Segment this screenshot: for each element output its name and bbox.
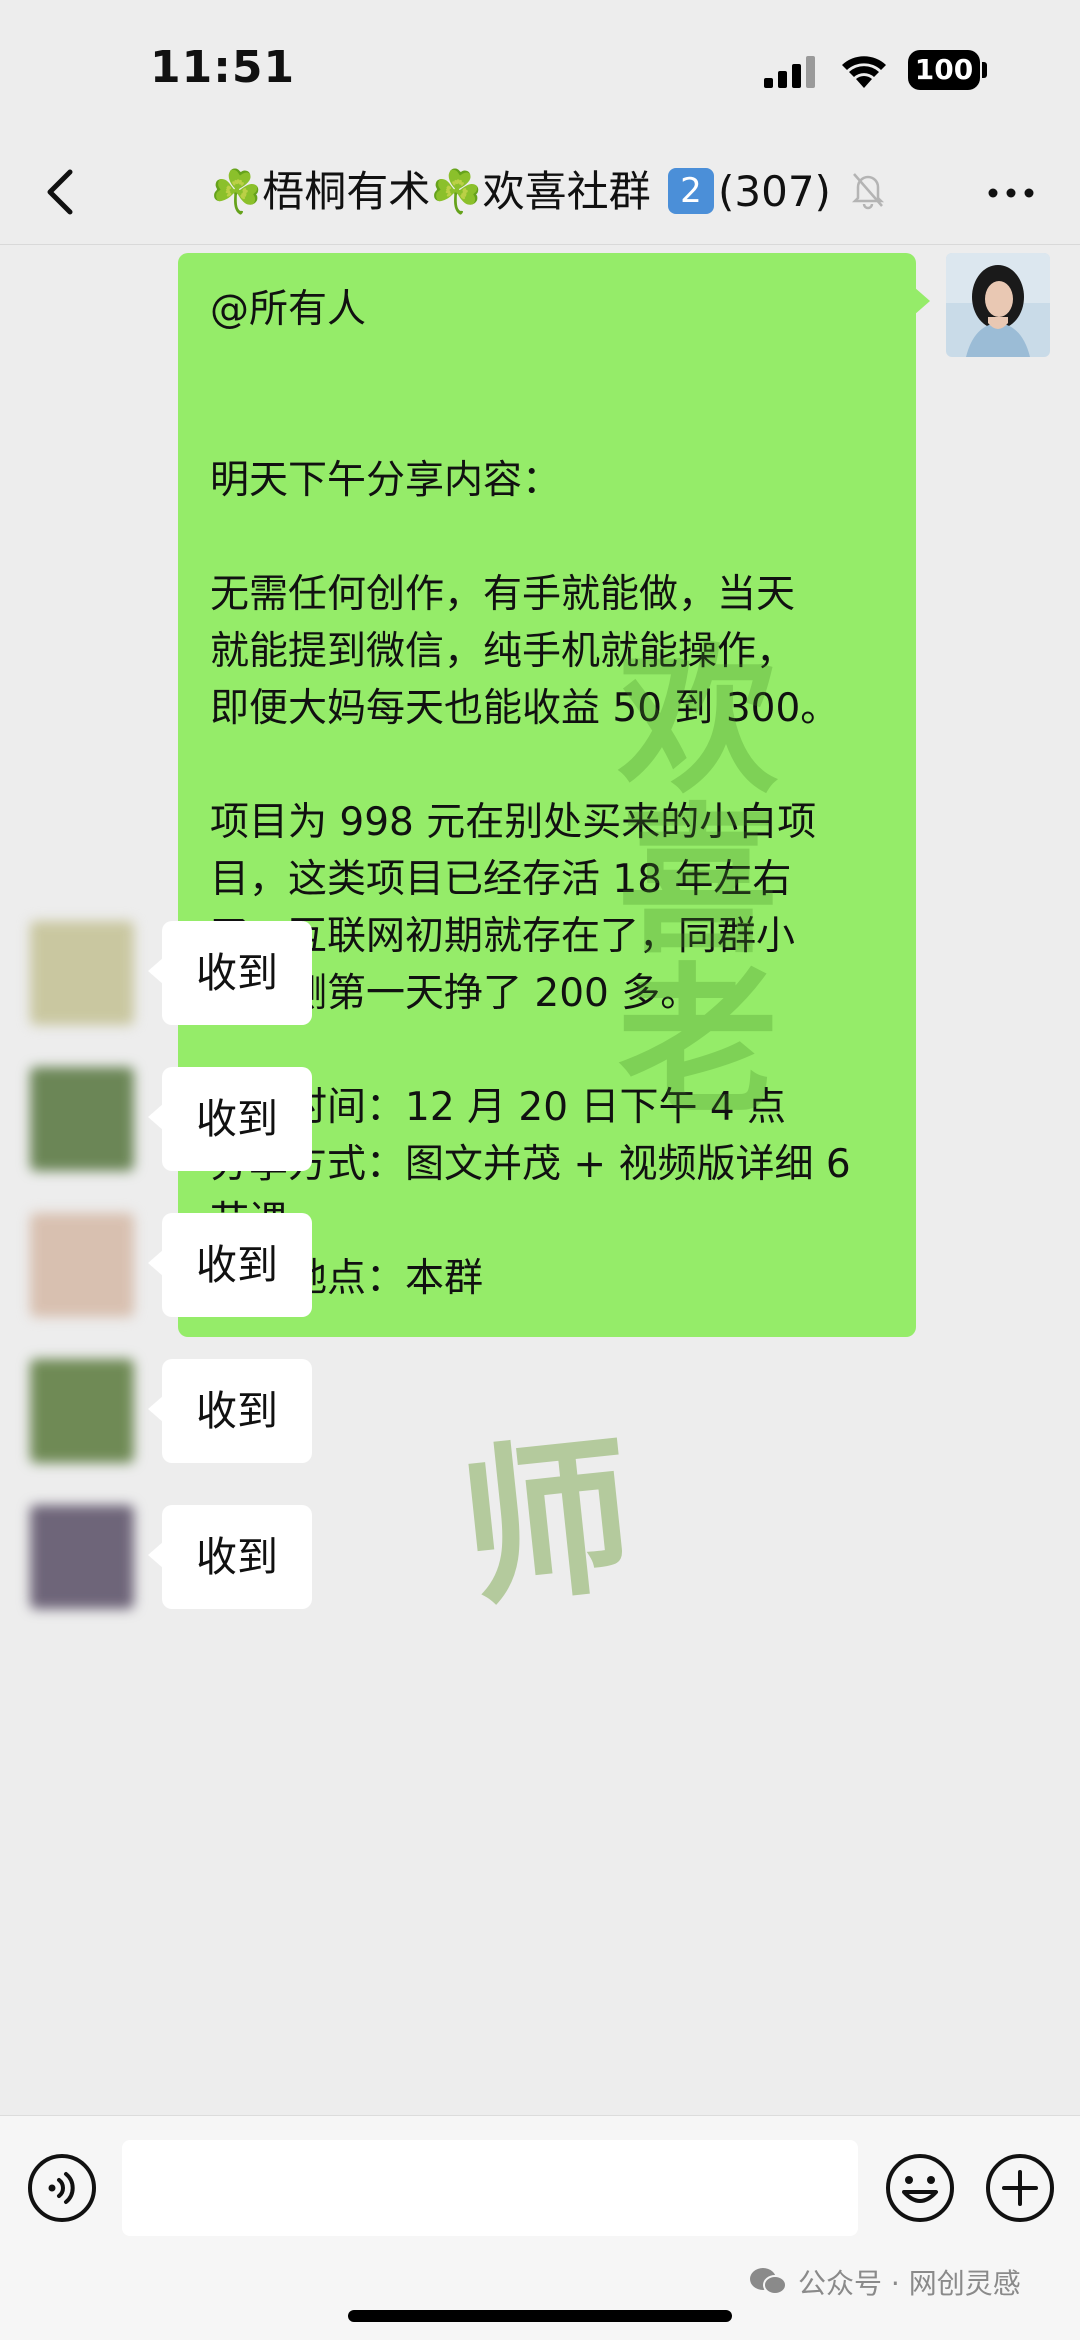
- voice-input-button[interactable]: [26, 2152, 98, 2224]
- message-row-incoming: 收到: [0, 1505, 1080, 1609]
- clover-icon: ☘️: [210, 167, 263, 216]
- status-bar: 11:51 100: [0, 0, 1080, 140]
- more-options-button[interactable]: [976, 166, 1046, 220]
- chat-header: ☘️梧桐有术☘️欢喜社群 2 (307): [0, 140, 1080, 245]
- group-number-badge: 2: [667, 168, 714, 214]
- bubble-tail: [148, 1395, 164, 1423]
- message-bubble-incoming[interactable]: 收到: [148, 1067, 312, 1171]
- watermark-glyph: 欢: [618, 627, 779, 815]
- chat-area[interactable]: 欢 喜 老 @所有人 明天下午分享内容： 无需任何创作，有手就能做，当天 就能提到微信…: [0, 245, 1080, 2115]
- emoji-button[interactable]: [884, 2152, 956, 2224]
- member-count: (307): [717, 167, 831, 216]
- message-row-incoming: 收到: [0, 1213, 1080, 1317]
- message-line: 明天下午分享内容：: [210, 458, 562, 503]
- message-line: @所有人: [210, 287, 367, 332]
- battery-cap: [982, 62, 987, 78]
- cellular-signal-icon: [764, 56, 815, 88]
- bubble-tail: [148, 1541, 164, 1569]
- clover-icon: ☘️: [430, 167, 483, 216]
- message-bubble-incoming[interactable]: 收到: [148, 1505, 312, 1609]
- message-line: 即便大妈每天也能收益 50 到 300。: [210, 686, 840, 731]
- bubble-tail: [148, 957, 164, 985]
- message-line: [210, 338, 886, 395]
- message-line: [210, 509, 886, 566]
- back-button[interactable]: [30, 160, 94, 224]
- wifi-icon: [842, 56, 886, 88]
- message-row-incoming: 收到: [0, 1067, 1080, 1171]
- bubble-tail: [148, 1249, 164, 1277]
- watermark-glyph: 喜: [618, 787, 779, 975]
- message-row-incoming: 收到: [0, 921, 1080, 1025]
- message-bubble-outgoing[interactable]: 欢 喜 老 @所有人 明天下午分享内容： 无需任何创作，有手就能做，当天 就能提到微信…: [178, 253, 930, 1337]
- bubble-tail: [914, 287, 930, 315]
- member-avatar[interactable]: [30, 1359, 134, 1463]
- member-avatar[interactable]: [30, 1505, 134, 1609]
- message-line: 无需任何创作，有手就能做，当天: [210, 572, 796, 617]
- group-title[interactable]: ☘️梧桐有术☘️欢喜社群 2 (307): [210, 162, 910, 222]
- member-avatar[interactable]: [30, 1213, 134, 1317]
- wechat-logo-icon: [750, 2268, 787, 2295]
- reply-text: 收到: [196, 1533, 278, 1581]
- input-bar: 公众号 · 网创灵感: [0, 2115, 1080, 2340]
- battery-indicator: 100: [908, 50, 980, 90]
- footer-watermark: 公众号 · 网创灵感: [798, 2267, 1021, 2300]
- message-line: 就能提到微信，纯手机就能操作，: [210, 629, 796, 674]
- message-line: [210, 737, 886, 794]
- message-row-incoming: 收到: [0, 1359, 1080, 1463]
- message-line: 项目为 998 元在别处买来的小白项: [210, 800, 817, 845]
- message-bubble-incoming[interactable]: 收到: [148, 1359, 312, 1463]
- add-attachment-button[interactable]: [984, 2152, 1056, 2224]
- status-time: 11:51: [150, 42, 296, 93]
- group-name-part2: 欢喜社群: [482, 167, 651, 216]
- message-bubble-incoming[interactable]: 收到: [148, 921, 312, 1025]
- bubble-tail: [148, 1103, 164, 1131]
- message-bubble-incoming[interactable]: 收到: [148, 1213, 312, 1317]
- reply-text: 收到: [196, 1241, 278, 1289]
- group-name-part1: 梧桐有术: [262, 167, 431, 216]
- member-avatar[interactable]: [30, 921, 134, 1025]
- reply-text: 收到: [196, 1387, 278, 1435]
- home-indicator[interactable]: [348, 2310, 732, 2322]
- avatar-portrait-icon: [946, 253, 1050, 357]
- reply-text: 收到: [196, 1095, 278, 1143]
- mute-bell-icon: [852, 173, 885, 210]
- reply-text: 收到: [196, 949, 278, 997]
- message-line: 目，这类项目已经存活 18 年左右: [210, 857, 792, 902]
- message-input[interactable]: [122, 2140, 858, 2236]
- message-line: [210, 395, 886, 452]
- member-avatar[interactable]: [30, 1067, 134, 1171]
- sender-avatar[interactable]: [946, 253, 1050, 357]
